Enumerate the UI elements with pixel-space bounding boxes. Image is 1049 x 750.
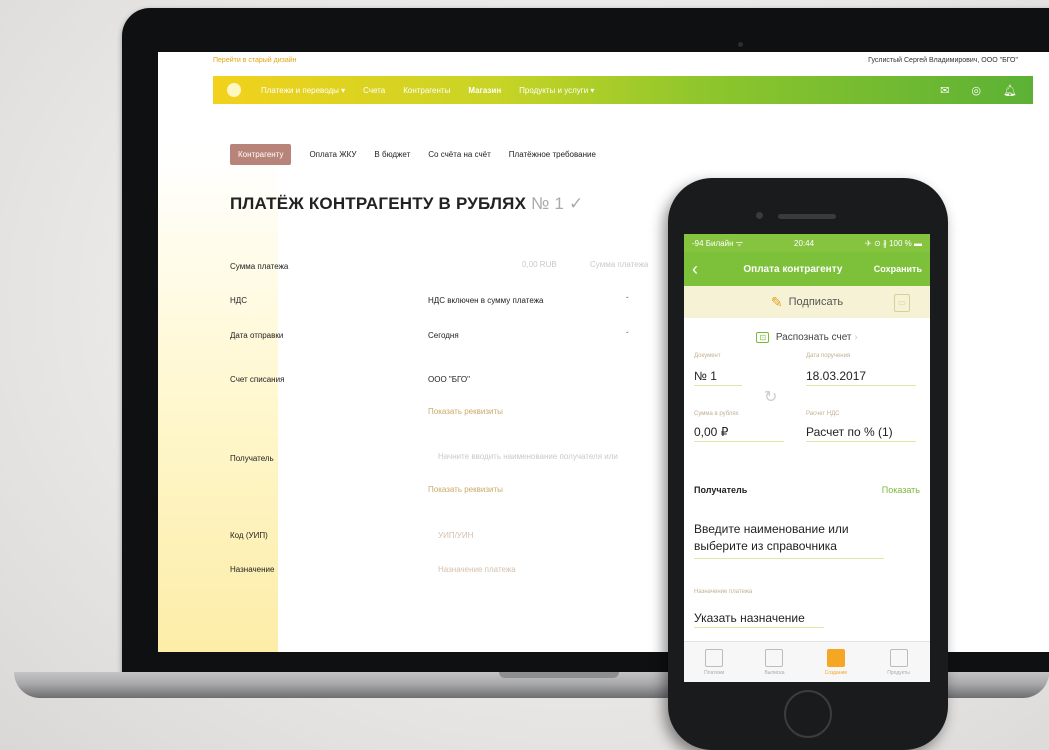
recipient-input[interactable]: Введите наименование или выберите из спр… [694, 521, 884, 559]
app-header: ‹ Оплата контрагенту Сохранить [684, 252, 930, 286]
show-details-link[interactable]: Показать реквизиты [428, 407, 503, 416]
app-title: Оплата контрагенту [743, 263, 843, 275]
back-chevron-icon[interactable]: ‹ [692, 260, 698, 278]
user-name[interactable]: Гуслистый Сергей Владимирович, ООО "БГО" [868, 57, 1018, 64]
purpose-input[interactable]: Назначение платежа [438, 565, 516, 574]
nav-item-accounts[interactable]: Счета [363, 86, 385, 95]
tab-budget[interactable]: В бюджет [374, 150, 410, 159]
vat-field[interactable]: Расчет по % (1) [806, 425, 916, 442]
home-button[interactable] [784, 690, 832, 738]
laptop-notch [499, 672, 619, 678]
bank-logo-icon[interactable] [227, 83, 241, 97]
date-label: Дата отправки [230, 331, 284, 340]
main-navbar: Платежи и переводы ▾ Счета Контрагенты М… [213, 76, 1033, 104]
document-fields: Документ № 1 ↻ Дата поручения 18.03.2017… [684, 353, 930, 485]
chevron-down-icon[interactable]: ˇ [626, 331, 629, 340]
date-select[interactable]: Сегодня [428, 331, 459, 340]
products-icon [889, 648, 908, 667]
tab-label: Платежи [704, 669, 725, 676]
phone-screen: -94 Билайн ᯤ 20:44 ✈ ⊙ ∦ 100 % ▬ ‹ Оплат… [684, 234, 930, 682]
tab-create[interactable]: Создание [824, 648, 848, 676]
mail-icon[interactable]: ✉ [940, 84, 949, 97]
recipient-row: Получатель Показать [684, 485, 930, 505]
code-label: Код (УИП) [230, 531, 268, 540]
tab-label: Продукты [887, 669, 910, 676]
recipient-label: Получатель [230, 454, 274, 463]
status-bar: -94 Билайн ᯤ 20:44 ✈ ⊙ ∦ 100 % ▬ [684, 234, 930, 252]
chevron-down-icon[interactable]: ˇ [626, 296, 629, 305]
statement-icon [765, 648, 784, 667]
battery-status: ✈ ⊙ ∦ 100 % ▬ [865, 238, 922, 248]
account-select[interactable]: ООО "БГО" [428, 375, 470, 384]
document-number[interactable]: № 1 ✓ [531, 194, 583, 213]
tab-utilities[interactable]: Оплата ЖКУ [309, 150, 356, 159]
amount-label: Сумма платежа [230, 262, 289, 271]
vat-label: НДС [230, 296, 247, 305]
purpose-label: Назначение платежа [694, 589, 753, 595]
chevron-right-icon: › [854, 332, 858, 343]
show-details-link[interactable]: Показать реквизиты [428, 485, 503, 494]
bell-icon[interactable]: 🔔︎ [1003, 84, 1017, 97]
bottom-tabbar: Платежи Выписка Создание Продукты [684, 641, 930, 682]
tab-account-to-account[interactable]: Со счёта на счёт [428, 150, 491, 159]
sign-button[interactable]: Подписать [789, 296, 843, 308]
front-camera [756, 212, 763, 219]
sum-field[interactable]: 0,00 ₽ [694, 425, 784, 442]
sum-label: Сумма в рублях [694, 411, 739, 417]
recognize-label: Распознать счет [775, 332, 852, 343]
status-time: 20:44 [794, 238, 815, 248]
account-label: Счет списания [230, 375, 285, 384]
sign-bar: ✎ Подписать ▭ [684, 286, 930, 318]
nav-item-products[interactable]: Продукты и услуги ▾ [519, 86, 594, 95]
top-line: Перейти в старый дизайн Гуслистый Сергей… [213, 57, 1049, 71]
laptop-camera [738, 42, 743, 47]
trash-icon[interactable]: ▭ [894, 294, 910, 312]
payment-type-tabs: Контрагенту Оплата ЖКУ В бюджет Со счёта… [230, 144, 596, 165]
recognize-invoice[interactable]: ⊡ Распознать счет › [684, 332, 930, 343]
refresh-icon[interactable]: ↻ [764, 387, 777, 407]
nav-item-shop[interactable]: Магазин [468, 86, 501, 95]
amount-input[interactable]: 0,00 RUB [522, 260, 557, 269]
tab-label: Выписка [764, 669, 785, 676]
nav-item-payments[interactable]: Платежи и переводы ▾ [261, 86, 345, 95]
save-button[interactable]: Сохранить [874, 264, 922, 274]
amount-in-words: Сумма платежа [590, 260, 649, 269]
date-label: Дата поручения [806, 353, 851, 359]
nav-item-counterparties[interactable]: Контрагенты [403, 86, 450, 95]
phone-body: -94 Билайн ᯤ 20:44 ✈ ⊙ ∦ 100 % ▬ ‹ Оплат… [668, 178, 948, 750]
show-recipient-link[interactable]: Показать [882, 485, 920, 495]
card-icon [705, 648, 724, 667]
old-design-link[interactable]: Перейти в старый дизайн [213, 57, 297, 64]
create-icon [826, 648, 845, 667]
tab-statement[interactable]: Выписка [764, 648, 785, 676]
tab-payments[interactable]: Платежи [704, 648, 725, 676]
tab-counterparty[interactable]: Контрагенту [230, 144, 292, 165]
pen-icon: ✎ [770, 293, 783, 310]
vat-select[interactable]: НДС включен в сумму платежа [428, 296, 544, 305]
doc-label: Документ [694, 353, 721, 359]
purpose-label: Назначение [230, 565, 275, 574]
carrier-text: -94 Билайн ᯤ [692, 238, 744, 248]
scan-icon: ⊡ [756, 332, 770, 343]
doc-number-field[interactable]: № 1 [694, 369, 742, 386]
purpose-input[interactable]: Указать назначение [694, 611, 824, 628]
phone-speaker [778, 214, 836, 219]
date-field[interactable]: 18.03.2017 [806, 369, 916, 386]
vat-label: Расчет НДС [806, 411, 840, 417]
chat-icon[interactable]: ◎ [971, 84, 981, 97]
nav-icons: ✉ ◎ 🔔︎ [940, 84, 1017, 97]
tab-payment-request[interactable]: Платёжное требование [509, 150, 596, 159]
code-input[interactable]: УИП/УИН [438, 531, 473, 540]
tab-label: Создание [824, 669, 848, 676]
tab-products[interactable]: Продукты [887, 648, 910, 676]
page-title: ПЛАТЁЖ КОНТРАГЕНТУ В РУБЛЯХ № 1 ✓ [230, 194, 583, 214]
recipient-input[interactable]: Начните вводить наименование получателя … [438, 452, 618, 461]
recipient-label: Получатель [694, 485, 748, 495]
page-title-text: ПЛАТЁЖ КОНТРАГЕНТУ В РУБЛЯХ [230, 194, 527, 213]
